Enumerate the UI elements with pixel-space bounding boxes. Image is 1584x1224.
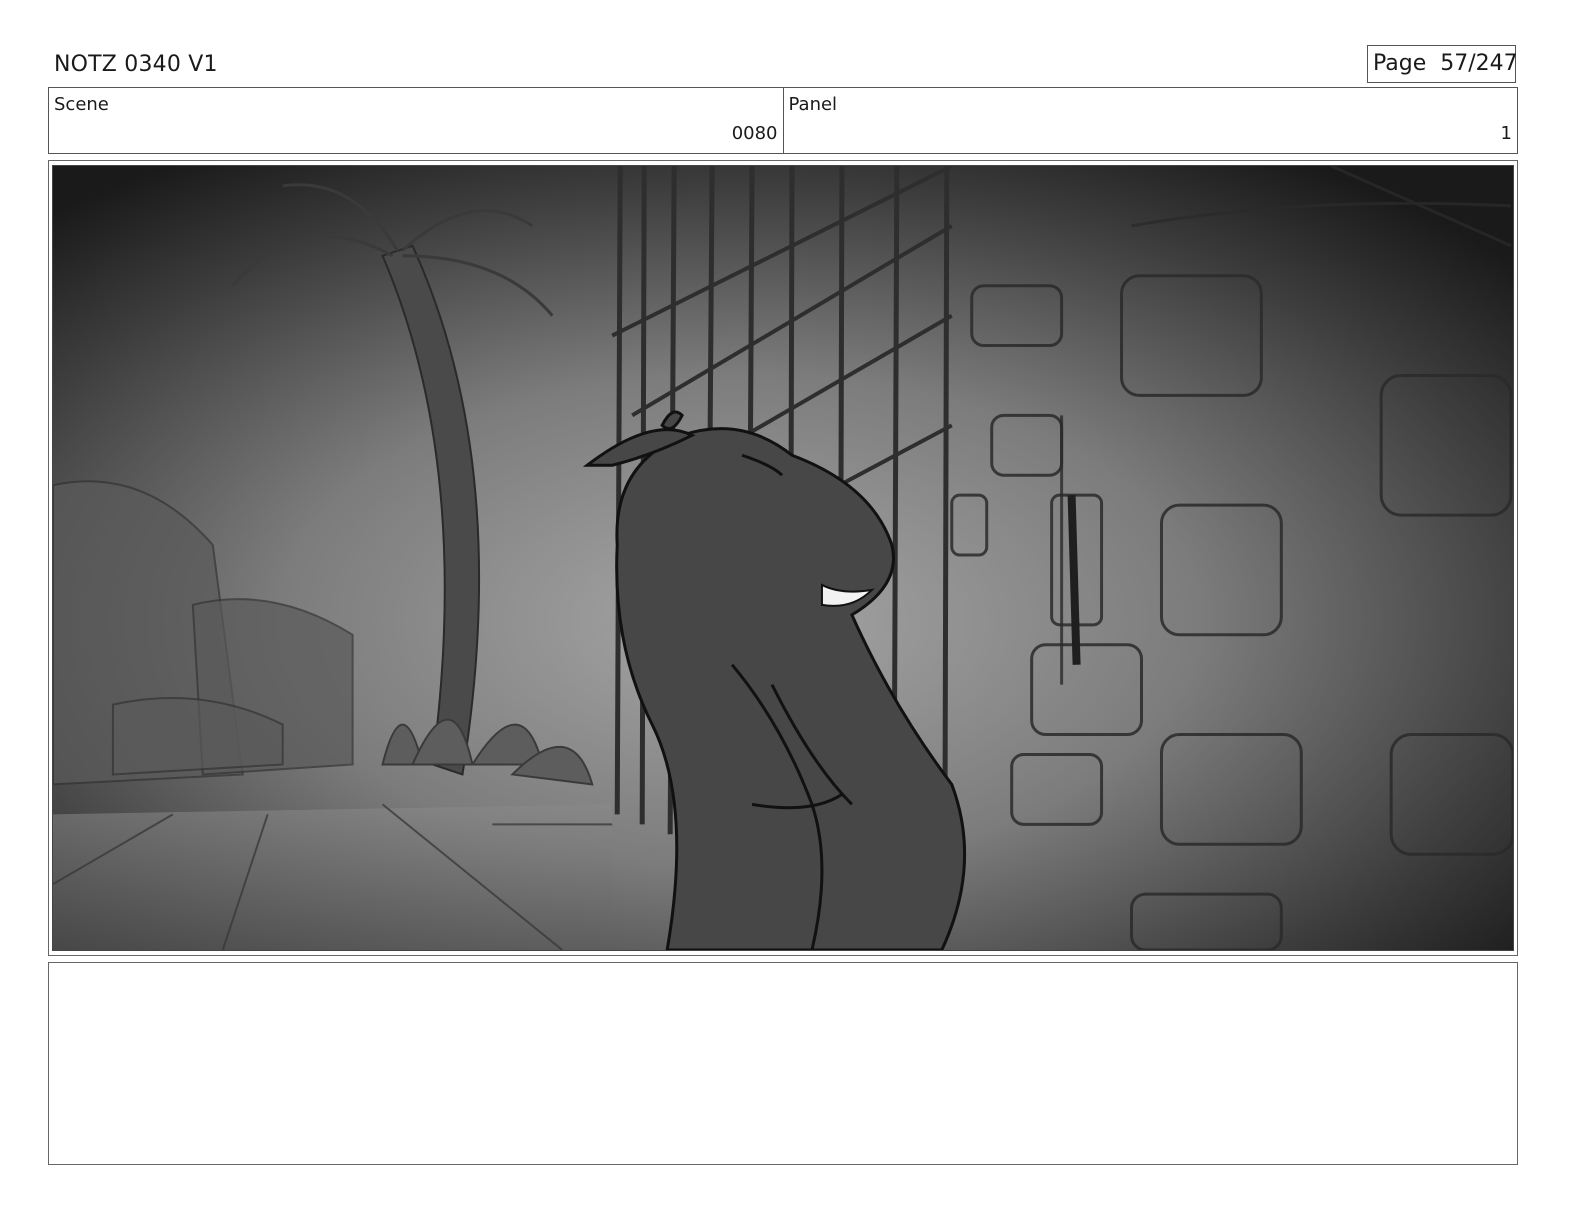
scene-label: Scene: [54, 94, 109, 115]
storyboard-sketch: [53, 166, 1513, 950]
panel-label: Panel: [788, 94, 838, 115]
scene-cell: Scene 0080: [49, 88, 783, 153]
panel-number: 1: [1500, 123, 1512, 144]
storyboard-frame: [48, 160, 1518, 956]
panel-cell: Panel 1: [782, 88, 1518, 153]
page-label: Page: [1373, 51, 1427, 76]
page-indicator: Page 57/247: [1367, 45, 1518, 83]
scene-panel-info: Scene 0080 Panel 1: [48, 87, 1518, 154]
page-number: 57/247: [1440, 51, 1518, 76]
storyboard-image: [52, 165, 1514, 951]
scene-number: 0080: [731, 123, 778, 144]
document-title: NOTZ 0340 V1: [54, 52, 218, 77]
panel-notes: [48, 962, 1518, 1165]
